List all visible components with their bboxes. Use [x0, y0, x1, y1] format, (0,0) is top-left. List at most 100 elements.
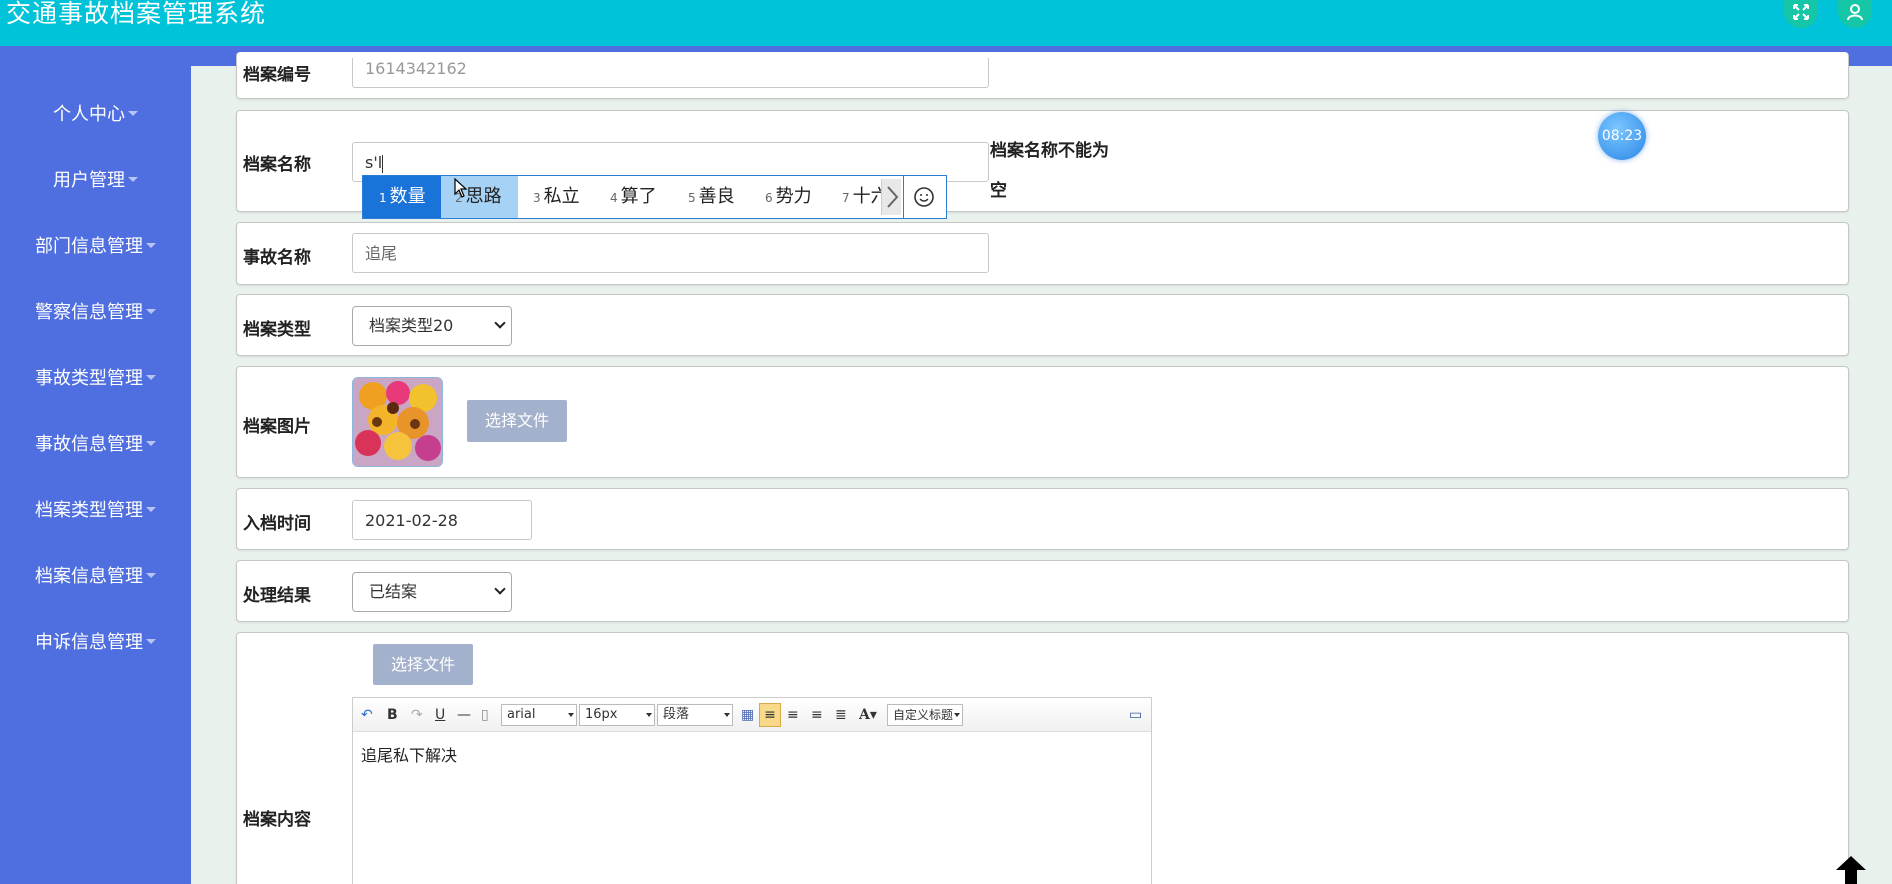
sidebar-item-archive-info-management[interactable]: 档案信息管理: [0, 562, 191, 592]
accident-name-input[interactable]: 追尾: [352, 233, 989, 273]
content-choose-file-button[interactable]: 选择文件: [373, 644, 473, 685]
editor-content[interactable]: 追尾私下解决: [361, 742, 457, 766]
dropdown-icon: [724, 713, 730, 717]
row-archive-type: 档案类型 档案类型20: [236, 294, 1849, 356]
table-icon[interactable]: ▦: [741, 705, 754, 725]
ime-candidate-bar[interactable]: 1 数量 2 思路 3 私立 4 算了 5 善良 6 势力 7 十六: [362, 175, 947, 219]
archive-name-label: 档案名称: [243, 155, 311, 175]
sidebar-item-archive-type-management[interactable]: 档案类型管理: [0, 496, 191, 526]
sidebar-item-label: 申诉信息管理: [35, 632, 143, 653]
bold-icon[interactable]: B: [387, 705, 398, 725]
caret-down-icon: [146, 507, 156, 512]
redo-icon[interactable]: ↷: [411, 705, 423, 725]
fullscreen-icon[interactable]: [1784, 0, 1818, 28]
dropdown-icon: [568, 713, 574, 717]
user-icon[interactable]: [1838, 0, 1872, 28]
ime-candidate-number: 1: [379, 191, 387, 205]
accident-name-label: 事故名称: [243, 248, 311, 268]
row-accident-name: 事故名称 追尾: [236, 222, 1849, 285]
sidebar-item-label: 事故类型管理: [35, 368, 143, 389]
archive-name-value: s'l: [365, 153, 383, 172]
horizontal-rule-icon[interactable]: —: [457, 705, 471, 725]
text-cursor: [382, 154, 384, 173]
sidebar-item-label: 用户管理: [53, 170, 125, 191]
archive-time-label: 入档时间: [243, 514, 311, 534]
font-color-icon[interactable]: A▾: [859, 705, 877, 725]
caret-down-icon: [128, 111, 138, 116]
row-archive-time: 入档时间 2021-02-28: [236, 488, 1849, 550]
result-select[interactable]: 已结案: [352, 572, 512, 612]
sidebar: 个人中心 用户管理 部门信息管理 警察信息管理 事故类型管理 事故信息管理 档案…: [0, 66, 191, 884]
preview-icon[interactable]: ▭: [1129, 705, 1142, 725]
archive-time-input[interactable]: 2021-02-28: [352, 500, 532, 540]
sidebar-item-user-management[interactable]: 用户管理: [0, 166, 191, 196]
archive-image-label: 档案图片: [243, 417, 311, 437]
sidebar-item-accident-info-management[interactable]: 事故信息管理: [0, 430, 191, 460]
archive-no-label: 档案编号: [243, 65, 311, 85]
caret-down-icon: [146, 573, 156, 578]
font-size-select[interactable]: 16px: [579, 704, 655, 726]
content-label: 档案内容: [243, 810, 311, 830]
ime-candidate[interactable]: 1 数量: [363, 176, 441, 218]
caret-down-icon: [146, 639, 156, 644]
sidebar-item-label: 档案信息管理: [35, 566, 143, 587]
back-to-top-icon[interactable]: [1836, 856, 1866, 884]
row-result: 处理结果 已结案: [236, 560, 1849, 622]
dropdown-icon: [954, 713, 960, 717]
timer-badge[interactable]: 08:23: [1598, 112, 1646, 160]
caret-down-icon: [146, 375, 156, 380]
rich-text-editor[interactable]: ↶ B ↷ U — ▯ arial 16px 段落 ▦ ≡ ≡ ≡ ≣ A▾ 自…: [352, 697, 1152, 884]
ime-candidate[interactable]: 4 算了: [610, 176, 657, 218]
page-icon[interactable]: ▯: [481, 705, 489, 725]
align-center-icon[interactable]: ≡: [811, 705, 823, 725]
sidebar-item-label: 事故信息管理: [35, 434, 143, 455]
align-right-icon[interactable]: ≡: [787, 705, 799, 725]
sidebar-item-label: 个人中心: [53, 104, 125, 125]
image-choose-file-button[interactable]: 选择文件: [467, 400, 567, 442]
archive-image-thumbnail[interactable]: [352, 377, 443, 467]
ime-candidate[interactable]: 3 私立: [533, 176, 580, 218]
dropdown-icon: [646, 713, 652, 717]
ime-candidate[interactable]: 5 善良: [688, 176, 735, 218]
font-size-value: 16px: [585, 707, 618, 722]
sidebar-item-label: 部门信息管理: [35, 236, 143, 257]
ime-candidate[interactable]: 2 思路: [441, 176, 518, 218]
ime-candidate-number: 7: [842, 191, 850, 205]
result-label: 处理结果: [243, 586, 311, 606]
archive-name-error: 档案名称不能为空: [990, 141, 1109, 201]
align-justify-icon[interactable]: ≣: [835, 705, 847, 725]
sidebar-item-label: 档案类型管理: [35, 500, 143, 521]
caret-down-icon: [146, 441, 156, 446]
ime-candidate[interactable]: 6 势力: [765, 176, 812, 218]
font-family-select[interactable]: arial: [501, 704, 577, 726]
ime-candidate-number: 5: [688, 191, 696, 205]
sidebar-item-appeal-management[interactable]: 申诉信息管理: [0, 628, 191, 658]
caret-down-icon: [146, 243, 156, 248]
ime-candidate-text: 思路: [465, 186, 502, 207]
sidebar-item-accident-type-management[interactable]: 事故类型管理: [0, 364, 191, 394]
custom-title-select[interactable]: 自定义标题: [887, 704, 963, 726]
ime-candidate-number: 4: [610, 191, 618, 205]
archive-type-value: 档案类型20: [369, 316, 454, 335]
custom-title-value: 自定义标题: [893, 708, 954, 722]
row-archive-image: 档案图片 选择文件: [236, 366, 1849, 478]
ime-next-page-icon[interactable]: [881, 179, 901, 215]
ime-divider: [903, 176, 904, 218]
archive-no-input[interactable]: 1614342162: [352, 58, 989, 88]
caret-down-icon: [146, 309, 156, 314]
paragraph-select[interactable]: 段落: [657, 704, 733, 726]
ime-candidate-text: 数量: [389, 186, 426, 207]
ime-candidate-number: 3: [533, 191, 541, 205]
ime-candidate-text: 算了: [620, 186, 657, 207]
archive-type-select[interactable]: 档案类型20: [352, 306, 512, 346]
archive-type-label: 档案类型: [243, 320, 311, 340]
smiley-icon[interactable]: [911, 184, 937, 214]
sidebar-item-police-management[interactable]: 警察信息管理: [0, 298, 191, 328]
sidebar-item-department-management[interactable]: 部门信息管理: [0, 232, 191, 262]
underline-icon[interactable]: U: [435, 705, 445, 725]
editor-toolbar: ↶ B ↷ U — ▯ arial 16px 段落 ▦ ≡ ≡ ≡ ≣ A▾ 自…: [353, 698, 1151, 732]
undo-icon[interactable]: ↶: [361, 705, 373, 725]
sidebar-item-personal-center[interactable]: 个人中心: [0, 100, 191, 130]
align-left-icon[interactable]: ≡: [759, 703, 781, 727]
chevron-down-icon: [494, 317, 506, 329]
